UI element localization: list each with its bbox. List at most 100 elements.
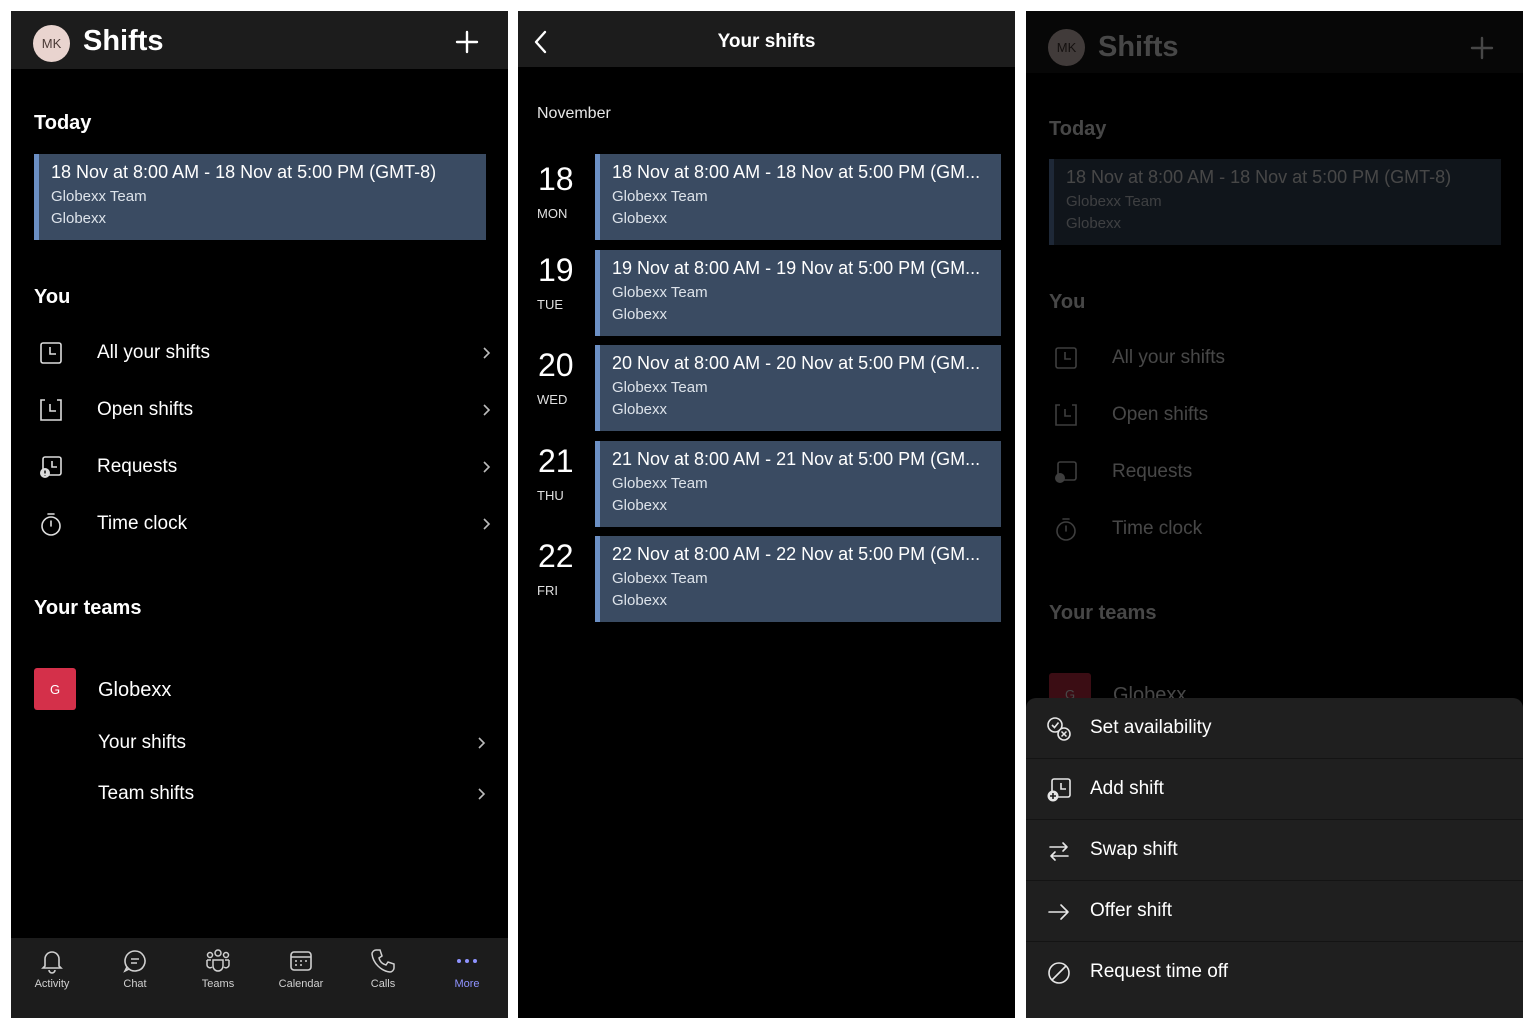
add-shift-icon [1047,778,1071,802]
shift-team: Globexx Team [612,570,708,587]
shift-org: Globexx [612,497,668,514]
menu-item-label: All your shifts [97,342,210,363]
tab-more[interactable]: More [427,948,507,990]
chevron-right-icon [483,461,491,473]
arrow-right-icon [1048,904,1069,920]
shift-card[interactable]: 18 Nov at 8:00 AM - 18 Nov at 5:00 PM (G… [595,154,1001,240]
chevron-right-icon [478,737,486,749]
today-heading: Today [34,112,92,134]
tab-calendar[interactable]: Calendar [261,948,341,990]
shift-team: Globexx Team [612,284,708,301]
prohibit-icon [1048,962,1070,984]
avatar[interactable]: MK [33,25,70,62]
action-sheet-panel: MK Shifts Today 18 Nov at 8:00 AM - 18 N… [1026,11,1523,1018]
tab-label: Teams [201,978,235,990]
plus-icon[interactable] [452,27,482,57]
shift-card[interactable]: 20 Nov at 8:00 AM - 20 Nov at 5:00 PM (G… [595,345,1001,431]
add-shift-button[interactable]: Add shift [1026,759,1523,820]
teams-icon [206,949,230,972]
menu-item-open-shifts[interactable]: Open shifts [11,386,508,434]
shifts-home-panel: MK Shifts Today 18 Nov at 8:00 AM - 18 N… [11,11,508,1018]
menu-item-label: Open shifts [97,399,194,420]
header-bar: MK Shifts [11,11,508,69]
shift-time: 22 Nov at 8:00 AM - 22 Nov at 5:00 PM (G… [612,544,981,564]
shift-time: 18 Nov at 8:00 AM - 18 Nov at 5:00 PM (G… [51,162,437,182]
shift-org: Globexx [612,306,668,323]
sheet-item-label: Swap shift [1090,839,1178,860]
month-label: November [537,105,611,122]
page-title: Your shifts [717,31,816,52]
tab-chat[interactable]: Chat [95,948,175,990]
availability-icon [1047,717,1071,741]
sheet-item-label: Offer shift [1090,900,1173,921]
tab-label: Activity [34,978,70,990]
day-name: WED [537,392,568,407]
tab-activity[interactable]: Activity [12,948,92,990]
day-name: THU [537,488,564,503]
chat-icon [123,950,146,973]
shift-org: Globexx [612,210,668,227]
phone-icon [371,949,395,973]
shift-team: Globexx Team [612,379,708,396]
tab-label: More [454,978,480,990]
your-shifts-panel: Your shifts November 18 MON 18 Nov at 8:… [518,11,1015,1018]
shift-card[interactable]: 22 Nov at 8:00 AM - 22 Nov at 5:00 PM (G… [595,536,1001,622]
chevron-right-icon [483,518,491,530]
shift-card[interactable]: 21 Nov at 8:00 AM - 21 Nov at 5:00 PM (G… [595,441,1001,527]
chevron-right-icon [483,347,491,359]
day-number: 19 [538,252,574,288]
sheet-item-label: Add shift [1090,778,1164,799]
day-number: 22 [538,538,574,574]
tab-calls[interactable]: Calls [343,948,423,990]
tab-teams[interactable]: Teams [178,948,258,990]
menu-item-label: Requests [97,456,178,477]
header-bar: Your shifts [518,11,1015,67]
shift-org: Globexx [51,210,107,227]
shift-team: Globexx Team [612,188,708,205]
team-item-your-shifts[interactable]: Your shifts [11,719,508,767]
tab-label: Calendar [278,978,324,990]
day-number: 20 [538,347,574,383]
you-heading: You [34,286,71,308]
your-teams-heading: Your teams [34,597,142,619]
open-shift-icon [40,399,62,421]
menu-item-label: Time clock [97,513,188,534]
day-name: FRI [537,583,558,598]
set-availability-button[interactable]: Set availability [1026,698,1523,759]
day-name: MON [537,206,568,221]
shift-org: Globexx [612,401,668,418]
clock-icon [40,342,62,364]
page-title: Shifts [83,25,164,57]
shift-time: 21 Nov at 8:00 AM - 21 Nov at 5:00 PM (G… [612,449,981,469]
tab-label: Chat [123,978,147,990]
action-sheet: Set availability Add shift Swap shift Of… [1026,698,1523,1018]
chevron-right-icon [478,788,486,800]
shift-team: Globexx Team [612,475,708,492]
stopwatch-icon [41,513,61,536]
team-name[interactable]: Globexx [98,679,171,702]
tab-label: Calls [370,978,396,990]
day-number: 21 [538,443,574,479]
shift-time: 19 Nov at 8:00 AM - 19 Nov at 5:00 PM (G… [612,258,981,278]
today-shift-card[interactable]: 18 Nov at 8:00 AM - 18 Nov at 5:00 PM (G… [34,154,486,240]
shift-card[interactable]: 19 Nov at 8:00 AM - 19 Nov at 5:00 PM (G… [595,250,1001,336]
menu-item-requests[interactable]: Requests [11,443,508,491]
request-time-off-button[interactable]: Request time off [1026,942,1523,1002]
day-number: 18 [538,161,574,197]
shift-org: Globexx [612,592,668,609]
bottom-tab-bar: Activity Chat Teams Calendar Calls More [11,938,508,1018]
chevron-right-icon [483,404,491,416]
calendar-icon [290,951,312,971]
sheet-item-label: Request time off [1090,961,1229,982]
team-item-team-shifts[interactable]: Team shifts [11,770,508,818]
menu-item-all-your-shifts[interactable]: All your shifts [11,329,508,377]
offer-shift-button[interactable]: Offer shift [1026,881,1523,942]
request-icon [40,456,62,478]
sheet-item-label: Set availability [1090,717,1212,738]
team-avatar[interactable]: G [34,668,76,710]
swap-icon [1049,842,1069,861]
shift-time: 18 Nov at 8:00 AM - 18 Nov at 5:00 PM (G… [612,162,981,182]
shift-time: 20 Nov at 8:00 AM - 20 Nov at 5:00 PM (G… [612,353,981,373]
swap-shift-button[interactable]: Swap shift [1026,820,1523,881]
menu-item-time-clock[interactable]: Time clock [11,500,508,548]
